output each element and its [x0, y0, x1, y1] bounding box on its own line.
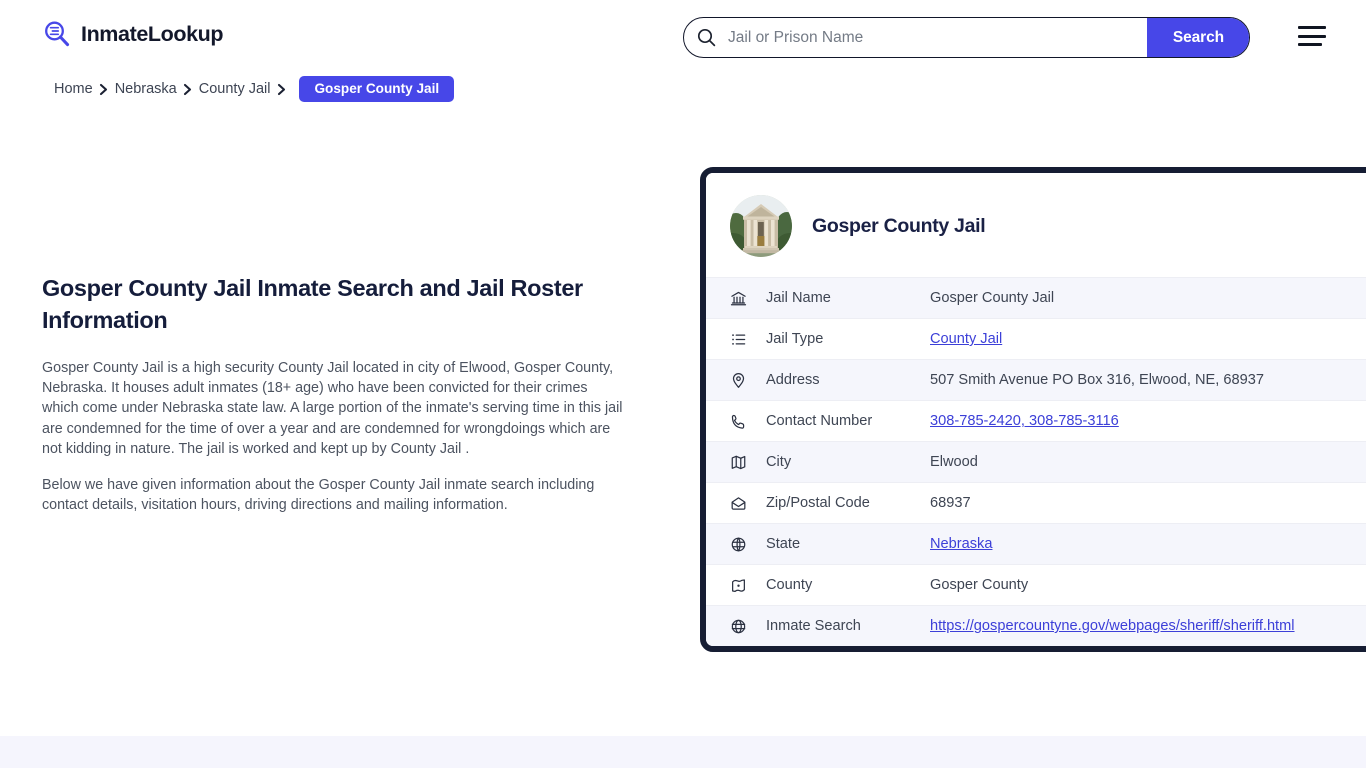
breadcrumb-item-county-jail[interactable]: County Jail — [199, 81, 271, 97]
search-icon — [684, 18, 728, 57]
courthouse-photo-avatar — [730, 195, 792, 257]
envelope-icon — [728, 493, 748, 513]
jail-info-card-title: Gosper County Jail — [812, 214, 986, 237]
hamburger-bar — [1298, 34, 1326, 38]
description-paragraph-2: Below we have given information about th… — [42, 477, 595, 514]
info-row-state: State Nebraska — [706, 523, 1366, 564]
breadcrumb-item-home[interactable]: Home — [54, 81, 93, 97]
main-content: Gosper County Jail Inmate Search and Jai… — [42, 272, 624, 531]
info-row-label: Contact Number — [766, 413, 873, 429]
county-map-icon — [728, 575, 748, 595]
breadcrumb: Home Nebraska County Jail Gosper County … — [54, 76, 455, 102]
globe-icon — [728, 616, 748, 636]
info-row-label: Jail Type — [766, 331, 824, 347]
chevron-right-icon — [93, 82, 115, 96]
info-row-value: Elwood — [930, 454, 978, 470]
map-pin-icon — [728, 370, 748, 390]
site-logo[interactable]: InmateLookup — [42, 19, 224, 49]
info-row-label: Address — [766, 372, 820, 388]
magnifier-list-icon — [42, 19, 72, 49]
globe-pin-icon — [728, 534, 748, 554]
info-row-label: Inmate Search — [766, 618, 861, 634]
info-row-value-link[interactable]: https://gospercountyne.gov/webpages/sher… — [930, 618, 1295, 634]
phone-icon — [728, 411, 748, 431]
info-row-value-link[interactable]: 308-785-2420, 308-785-3116 — [930, 413, 1119, 429]
info-row-value: Gosper County Jail — [930, 290, 1055, 306]
search-button[interactable]: Search — [1146, 18, 1249, 57]
chevron-right-icon — [177, 82, 199, 96]
info-row-value-link[interactable]: County Jail — [930, 331, 1002, 347]
info-row-label: Jail Name — [766, 290, 831, 306]
search-input[interactable] — [728, 18, 1147, 57]
info-row-value-link[interactable]: Nebraska — [930, 536, 992, 552]
info-row-jail-type: Jail Type County Jail — [706, 318, 1366, 359]
info-row-label: Zip/Postal Code — [766, 495, 870, 511]
info-row-label: County — [766, 577, 813, 593]
chevron-right-icon — [270, 82, 292, 96]
page-title: Gosper County Jail Inmate Search and Jai… — [42, 275, 583, 333]
breadcrumb-item-nebraska[interactable]: Nebraska — [115, 81, 177, 97]
info-row-value: 68937 — [930, 495, 971, 511]
info-row-label: City — [766, 454, 792, 470]
map-icon — [728, 452, 748, 472]
info-row-value: Gosper County — [930, 577, 1029, 593]
site-header: InmateLookup Search — [0, 0, 1366, 73]
footer-band — [0, 736, 1366, 768]
info-row-value: 507 Smith Avenue PO Box 316, Elwood, NE,… — [930, 372, 1264, 388]
info-row-inmate-search: Inmate Search https://gospercountyne.gov… — [706, 605, 1366, 646]
breadcrumb-item-current: Gosper County Jail — [299, 76, 455, 102]
jail-info-card-header: Gosper County Jail — [706, 173, 1366, 277]
info-row-county: County Gosper County — [706, 564, 1366, 605]
jail-info-card: Gosper County Jail Jail Name Gosper Coun… — [700, 167, 1366, 652]
hamburger-bar — [1298, 26, 1326, 29]
bank-icon — [728, 288, 748, 308]
info-row-address: Address 507 Smith Avenue PO Box 316, Elw… — [706, 359, 1366, 400]
info-row-city: City Elwood — [706, 441, 1366, 482]
info-row-zip-code: Zip/Postal Code 68937 — [706, 482, 1366, 523]
list-icon — [728, 329, 748, 349]
hamburger-bar — [1298, 43, 1322, 46]
hamburger-menu-icon[interactable] — [1298, 24, 1326, 48]
info-row-label: State — [766, 536, 801, 552]
info-row-jail-name: Jail Name Gosper County Jail — [706, 277, 1366, 318]
search-bar[interactable]: Search — [683, 17, 1250, 58]
logo-text: InmateLookup — [81, 21, 224, 46]
info-row-contact-number: Contact Number 308-785-2420, 308-785-311… — [706, 400, 1366, 441]
description-paragraph-1: Gosper County Jail is a high security Co… — [42, 360, 623, 457]
